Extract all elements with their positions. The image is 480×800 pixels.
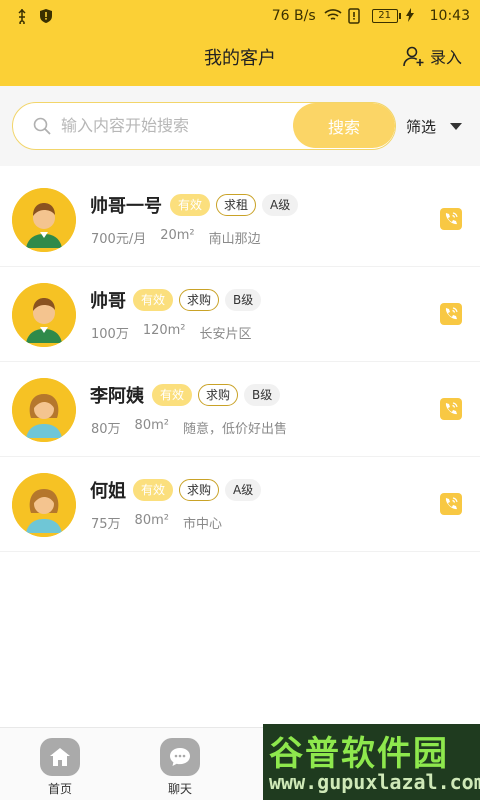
male-avatar (12, 283, 76, 347)
customer-note: 市中心 (182, 517, 222, 532)
customer-name: 何姐 (90, 481, 126, 502)
customer-price: 80万 (91, 422, 121, 437)
customer-details: 80万 80m² 随意，低价好出售 (91, 418, 287, 437)
add-customer-button[interactable]: 录入 (402, 44, 462, 68)
chat-icon (160, 738, 200, 776)
demand-type-badge: 求购 (179, 289, 220, 311)
demand-type-badge: 求租 (216, 194, 257, 216)
level-badge: A级 (262, 194, 299, 216)
customer-row[interactable]: 帅哥 有效 求购 B级 100万 120m² 长安片区 (0, 267, 480, 362)
customer-row[interactable]: 帅哥一号 有效 求租 A级 700元/月 20m² 南山那边 (0, 172, 480, 267)
usb-icon (14, 8, 30, 24)
status-badge: 有效 (133, 289, 174, 311)
nav-label-chat: 聊天 (167, 782, 192, 796)
phone-call-icon[interactable] (440, 398, 462, 420)
customer-price: 700元/月 (91, 232, 147, 247)
search-icon (33, 117, 51, 139)
male-avatar (12, 188, 76, 252)
phone-call-icon[interactable] (440, 208, 462, 230)
level-badge: A级 (225, 479, 262, 501)
customer-details: 75万 80m² 市中心 (91, 513, 222, 532)
level-badge: B级 (225, 289, 262, 311)
status-bar: 76 B/s 21 10:43 (0, 0, 480, 32)
customer-tags: 有效 求租 A级 (170, 194, 299, 216)
watermark-title: 谷普软件园 (269, 734, 449, 774)
customer-area: 80m² (134, 418, 169, 433)
charging-icon (405, 8, 422, 24)
watermark-logo: 谷普软件园 www.gupuxlazal.com (263, 724, 480, 800)
customer-tags: 有效 求购 B级 (152, 384, 281, 406)
home-icon (40, 738, 80, 776)
nav-item-home[interactable]: 首页 (30, 738, 90, 797)
customer-price: 100万 (91, 327, 129, 342)
add-user-icon (402, 44, 426, 68)
wifi-icon (324, 8, 342, 24)
level-badge: B级 (244, 384, 281, 406)
customer-details: 700元/月 20m² 南山那边 (91, 228, 261, 247)
watermark-url: www.gupuxlazal.com (269, 770, 480, 794)
customer-area: 20m² (160, 228, 195, 243)
customer-name: 帅哥一号 (90, 196, 162, 217)
search-box: 搜索 (12, 102, 396, 150)
female-avatar (12, 473, 76, 537)
status-badge: 有效 (133, 479, 174, 501)
customer-price: 75万 (91, 517, 121, 532)
chevron-down-icon (450, 123, 463, 130)
customer-tags: 有效 求购 B级 (133, 289, 262, 311)
filter-dropdown[interactable]: 筛选 (406, 116, 463, 137)
status-badge: 有效 (152, 384, 193, 406)
nav-label-home: 首页 (47, 782, 72, 796)
customer-tags: 有效 求购 A级 (133, 479, 262, 501)
sim-icon (347, 8, 364, 24)
customer-area: 80m² (134, 513, 169, 528)
customer-list: 帅哥一号 有效 求租 A级 700元/月 20m² 南山那边 帅哥 有效 求购 … (0, 172, 480, 552)
customer-area: 120m² (142, 323, 186, 338)
network-speed: 76 B/s (271, 8, 316, 24)
add-customer-label: 录入 (429, 48, 462, 67)
phone-call-icon[interactable] (440, 493, 462, 515)
search-input[interactable] (61, 103, 291, 148)
customer-note: 南山那边 (208, 232, 261, 247)
shield-icon (38, 8, 54, 24)
clock: 10:43 (429, 8, 470, 24)
app-header: 76 B/s 21 10:43 我的客户 录入 (0, 0, 480, 86)
customer-note: 长安片区 (199, 327, 252, 342)
demand-type-badge: 求购 (179, 479, 220, 501)
customer-row[interactable]: 李阿姨 有效 求购 B级 80万 80m² 随意，低价好出售 (0, 362, 480, 457)
customer-name: 帅哥 (90, 291, 126, 312)
customer-row[interactable]: 何姐 有效 求购 A级 75万 80m² 市中心 (0, 457, 480, 552)
customer-note: 随意，低价好出售 (182, 422, 287, 437)
customer-name: 李阿姨 (90, 386, 144, 407)
search-button[interactable]: 搜索 (293, 103, 395, 148)
nav-item-chat[interactable]: 聊天 (150, 738, 210, 797)
female-avatar (12, 378, 76, 442)
battery-indicator: 21 (371, 9, 401, 23)
search-bar: 搜索 筛选 (0, 86, 480, 166)
customer-details: 100万 120m² 长安片区 (91, 323, 252, 342)
filter-label: 筛选 (406, 118, 437, 136)
phone-call-icon[interactable] (440, 303, 462, 325)
status-badge: 有效 (170, 194, 211, 216)
demand-type-badge: 求购 (198, 384, 239, 406)
